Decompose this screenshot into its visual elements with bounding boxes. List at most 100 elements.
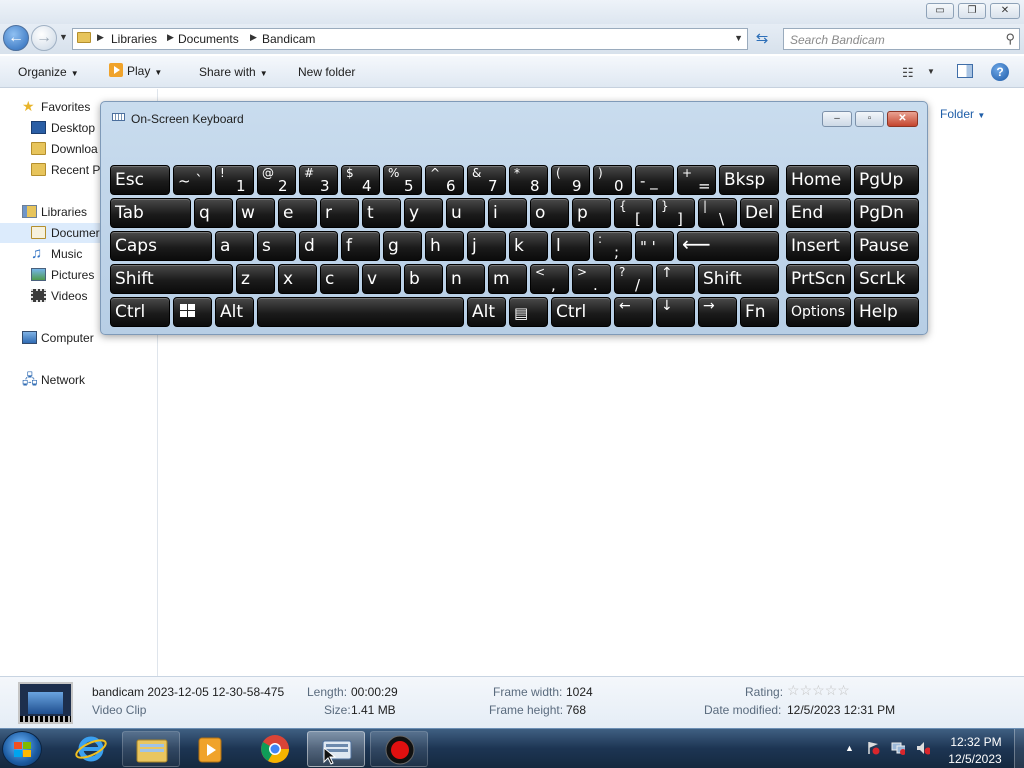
osk-close-button[interactable]: ✕ xyxy=(887,111,918,127)
key-pgdn[interactable]: PgDn xyxy=(854,198,919,228)
star-rating-icon[interactable]: ☆ xyxy=(837,682,850,698)
taskbar-internet-explorer[interactable] xyxy=(62,731,120,767)
key-n[interactable]: n xyxy=(446,264,485,294)
breadcrumb-documents[interactable]: Documents xyxy=(178,32,239,46)
back-button[interactable]: ← xyxy=(3,25,29,51)
key-comma[interactable]: <, xyxy=(530,264,569,294)
key-0[interactable]: ) 0 xyxy=(593,165,632,195)
key-right-shift[interactable]: Shift xyxy=(698,264,779,294)
key-x[interactable]: x xyxy=(278,264,317,294)
key-fn[interactable]: Fn xyxy=(740,297,779,327)
forward-button[interactable]: → xyxy=(31,25,57,51)
address-bar[interactable]: ▶ Libraries ▶ Documents ▶ Bandicam ▼ xyxy=(72,28,748,50)
key-c[interactable]: c xyxy=(320,264,359,294)
key-semicolon[interactable]: :; xyxy=(593,231,632,261)
rating-stars[interactable]: ☆☆☆☆☆ xyxy=(787,682,850,699)
key-end[interactable]: End xyxy=(786,198,851,228)
key-right-alt[interactable]: Alt xyxy=(467,297,506,327)
key-r[interactable]: r xyxy=(320,198,359,228)
key-down-arrow[interactable]: ↓ xyxy=(656,297,695,327)
network-status-icon[interactable] xyxy=(891,741,905,755)
key-caps-lock[interactable]: Caps xyxy=(110,231,212,261)
key-home[interactable]: Home xyxy=(786,165,851,195)
key-d[interactable]: d xyxy=(299,231,338,261)
taskbar-media-player[interactable] xyxy=(182,731,240,767)
key-up-arrow[interactable]: ↑ xyxy=(656,264,695,294)
key-backspace[interactable]: Bksp xyxy=(719,165,779,195)
key-8[interactable]: * 8 xyxy=(509,165,548,195)
key-backslash[interactable]: | \ xyxy=(698,198,737,228)
volume-muted-icon[interactable] xyxy=(916,741,930,755)
key-help[interactable]: Help xyxy=(854,297,919,327)
key-windows[interactable] xyxy=(173,297,212,327)
breadcrumb-libraries[interactable]: Libraries xyxy=(111,32,157,46)
key-k[interactable]: k xyxy=(509,231,548,261)
key-j[interactable]: j xyxy=(467,231,506,261)
clock-time[interactable]: 12:32 PM xyxy=(948,735,1004,749)
key-esc[interactable]: Esc xyxy=(110,165,170,195)
start-button[interactable] xyxy=(2,731,42,767)
key-b[interactable]: b xyxy=(404,264,443,294)
key-tab[interactable]: Tab xyxy=(110,198,191,228)
key-right-bracket[interactable]: }] xyxy=(656,198,695,228)
key-quote[interactable]: " ' xyxy=(635,231,674,261)
key-enter[interactable]: ⟵ xyxy=(677,231,779,261)
key-left-bracket[interactable]: {[ xyxy=(614,198,653,228)
key-3[interactable]: #3 xyxy=(299,165,338,195)
key-left-alt[interactable]: Alt xyxy=(215,297,254,327)
taskbar-windows-explorer[interactable] xyxy=(122,731,180,767)
key-a[interactable]: a xyxy=(215,231,254,261)
key-m[interactable]: m xyxy=(488,264,527,294)
search-icon[interactable]: ⚲ xyxy=(1005,31,1015,47)
star-rating-icon[interactable]: ☆ xyxy=(812,682,825,698)
key-4[interactable]: $4 xyxy=(341,165,380,195)
clock-date[interactable]: 12/5/2023 xyxy=(944,752,1006,766)
play-button[interactable]: Play ▼ xyxy=(109,61,162,78)
star-rating-icon[interactable]: ☆ xyxy=(800,682,813,698)
key-prtscn[interactable]: PrtScn xyxy=(786,264,851,294)
key-tilde[interactable]: ~ ` xyxy=(173,165,212,195)
key-left-arrow[interactable]: ← xyxy=(614,297,653,327)
organize-button[interactable]: Organize ▼ xyxy=(18,65,79,79)
key-h[interactable]: h xyxy=(425,231,464,261)
breadcrumb-separator-icon[interactable]: ▶ xyxy=(250,32,257,43)
taskbar-chrome[interactable] xyxy=(246,731,304,767)
key-delete[interactable]: Del xyxy=(740,198,779,228)
key-f[interactable]: f xyxy=(341,231,380,261)
key-equals[interactable]: + = xyxy=(677,165,716,195)
key-p[interactable]: p xyxy=(572,198,611,228)
recent-pages-dropdown-icon[interactable]: ▼ xyxy=(59,32,68,42)
taskbar-on-screen-keyboard[interactable] xyxy=(307,731,365,767)
osk-maximize-button[interactable]: ▫ xyxy=(855,111,884,127)
key-scrlk[interactable]: ScrLk xyxy=(854,264,919,294)
key-pause[interactable]: Pause xyxy=(854,231,919,261)
chevron-down-icon[interactable]: ▼ xyxy=(927,67,935,76)
key-minus[interactable]: - _ xyxy=(635,165,674,195)
key-z[interactable]: z xyxy=(236,264,275,294)
show-hidden-icons-icon[interactable]: ▲ xyxy=(845,743,854,753)
new-folder-button[interactable]: New folder xyxy=(298,65,355,79)
key-v[interactable]: v xyxy=(362,264,401,294)
change-view-icon[interactable]: ☷ xyxy=(902,65,914,81)
address-history-dropdown-icon[interactable]: ▼ xyxy=(734,33,743,43)
key-t[interactable]: t xyxy=(362,198,401,228)
key-left-ctrl[interactable]: Ctrl xyxy=(110,297,170,327)
taskbar-bandicam[interactable] xyxy=(370,731,428,767)
osk-titlebar[interactable]: On-Screen Keyboard – ▫ ✕ xyxy=(101,102,927,130)
key-w[interactable]: w xyxy=(236,198,275,228)
key-g[interactable]: g xyxy=(383,231,422,261)
breadcrumb-separator-icon[interactable]: ▶ xyxy=(97,32,104,43)
star-rating-icon[interactable]: ☆ xyxy=(825,682,838,698)
key-period[interactable]: >. xyxy=(572,264,611,294)
key-insert[interactable]: Insert xyxy=(786,231,851,261)
breadcrumb-separator-icon[interactable]: ▶ xyxy=(167,32,174,43)
key-l[interactable]: l xyxy=(551,231,590,261)
osk-minimize-button[interactable]: – xyxy=(822,111,852,127)
key-i[interactable]: i xyxy=(488,198,527,228)
key-7[interactable]: & 7 xyxy=(467,165,506,195)
key-1[interactable]: ! 1 xyxy=(215,165,254,195)
key-options[interactable]: Options xyxy=(786,297,851,327)
key-9[interactable]: (9 xyxy=(551,165,590,195)
maximize-button[interactable]: ❐ xyxy=(958,3,986,19)
key-q[interactable]: q xyxy=(194,198,233,228)
